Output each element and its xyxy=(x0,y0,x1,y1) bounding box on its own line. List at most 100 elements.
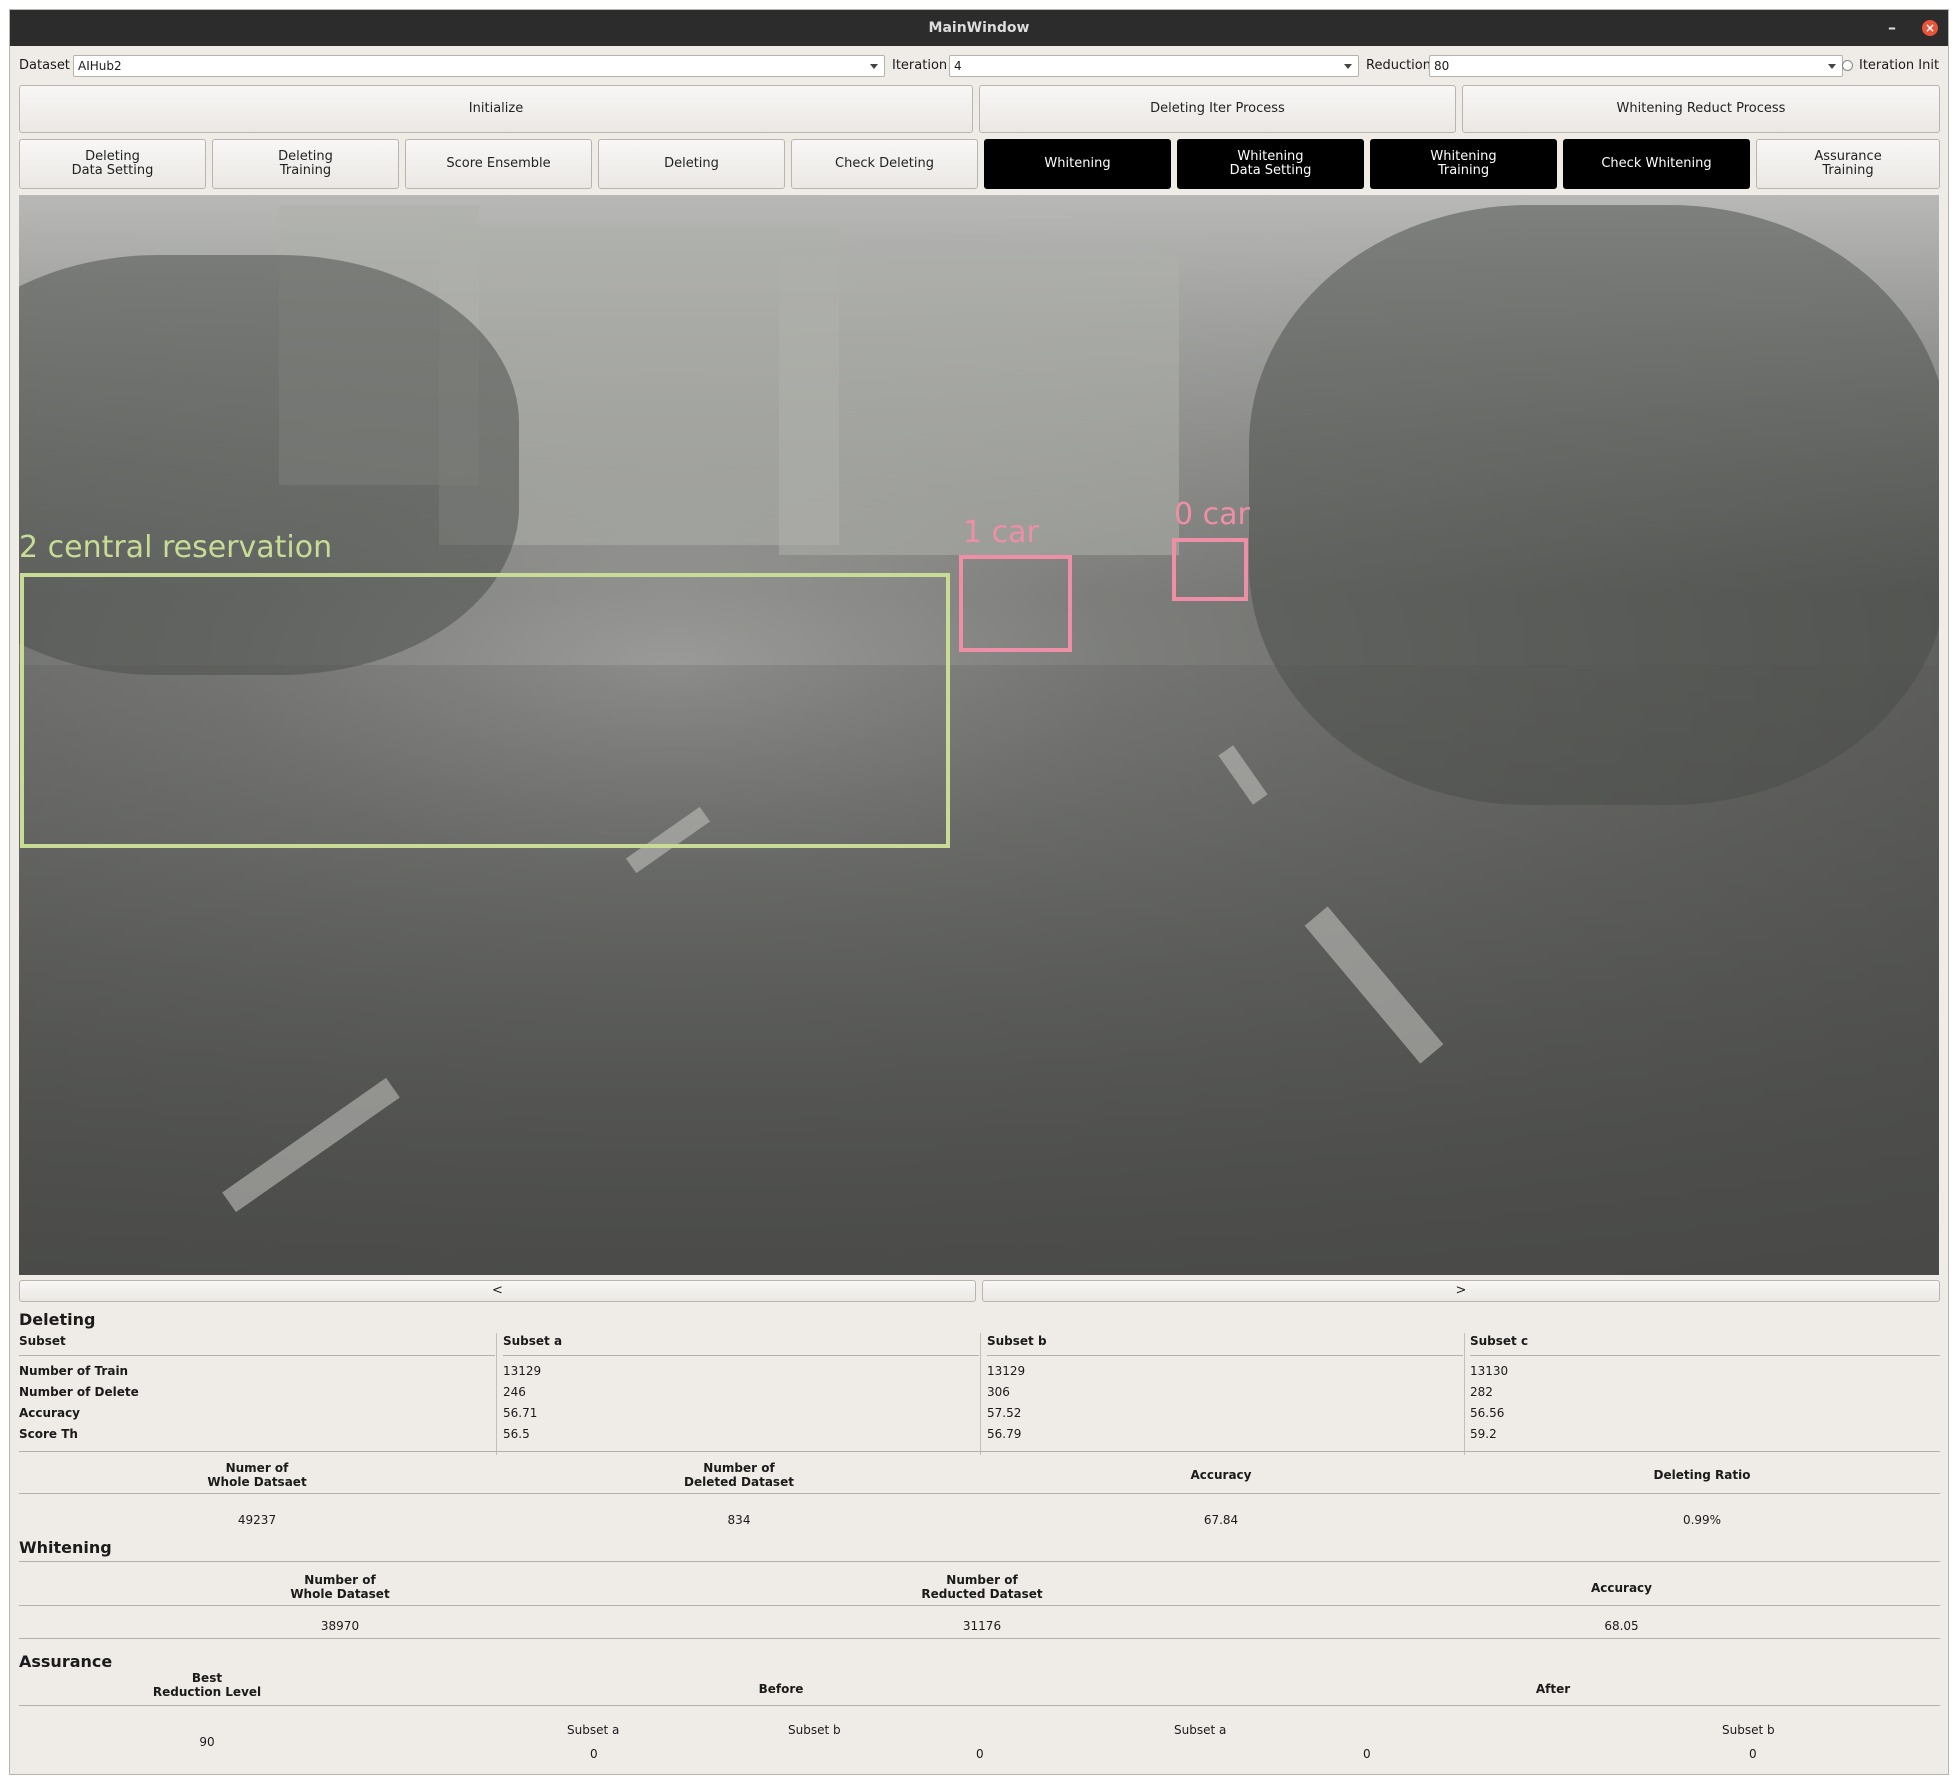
subset-b-train: 13129 xyxy=(987,1364,1026,1378)
before-subset-b-value: 0 xyxy=(976,1747,984,1761)
subset-c-header: Subset c xyxy=(1470,1334,1529,1348)
row-label-accuracy: Accuracy xyxy=(19,1406,81,1420)
minimize-icon[interactable]: – xyxy=(1880,10,1904,46)
subset-a-accuracy: 56.71 xyxy=(503,1406,538,1420)
row-label-score-th: Score Th xyxy=(19,1427,78,1441)
previous-image-button[interactable]: < xyxy=(19,1280,976,1302)
chevron-down-icon xyxy=(1344,64,1352,69)
check-whitening-button[interactable]: Check Whitening xyxy=(1563,139,1750,189)
deleting-button[interactable]: Deleting xyxy=(598,139,785,189)
divider xyxy=(19,1355,495,1356)
deleting-training-button[interactable]: Deleting Training xyxy=(212,139,399,189)
detection-box-car xyxy=(1172,538,1248,601)
chevron-down-icon xyxy=(870,64,878,69)
dataset-label: Dataset xyxy=(19,58,70,73)
iteration-init-radio[interactable] xyxy=(1842,60,1853,71)
check-deleting-button[interactable]: Check Deleting xyxy=(791,139,978,189)
image-viewer: 2 central reservation 1 car 0 car xyxy=(19,195,1939,1275)
subset-a-train: 13129 xyxy=(503,1364,542,1378)
divider xyxy=(19,1561,1940,1562)
subset-c-delete: 282 xyxy=(1470,1385,1493,1399)
divider xyxy=(987,1355,1463,1356)
iteration-value: 4 xyxy=(954,59,962,73)
close-icon[interactable]: × xyxy=(1922,20,1938,36)
detection-box-central-reservation xyxy=(20,573,950,848)
subset-a-delete: 246 xyxy=(503,1385,526,1399)
row-label-number-of-delete: Number of Delete xyxy=(19,1385,139,1399)
whole-dataset-header: Numer of Whole Datsaet xyxy=(207,1461,307,1489)
reduction-label: Reduction xyxy=(1366,58,1431,73)
best-reduction-level-header: Best Reduction Level xyxy=(152,1671,262,1699)
whitening-reduct-process-button[interactable]: Whitening Reduct Process xyxy=(1462,85,1940,133)
next-image-button[interactable]: > xyxy=(982,1280,1940,1302)
assurance-training-button[interactable]: Assurance Training xyxy=(1756,139,1940,189)
subset-c-score-th: 59.2 xyxy=(1470,1427,1497,1441)
whitening-button[interactable]: Whitening xyxy=(984,139,1171,189)
subset-b-accuracy: 57.52 xyxy=(987,1406,1022,1420)
building xyxy=(779,255,1179,555)
divider xyxy=(503,1355,979,1356)
subset-c-train: 13130 xyxy=(1470,1364,1509,1378)
whitening-reducted-dataset-value: 31176 xyxy=(962,1619,1002,1633)
before-subset-a-label: Subset a xyxy=(567,1723,620,1737)
score-ensemble-button[interactable]: Score Ensemble xyxy=(405,139,592,189)
chevron-down-icon xyxy=(1828,64,1836,69)
after-subset-a-value: 0 xyxy=(1363,1747,1371,1761)
subset-b-score-th: 56.79 xyxy=(987,1427,1022,1441)
subset-b-header: Subset b xyxy=(987,1334,1047,1348)
detection-label-car: 0 car xyxy=(1174,497,1250,532)
settings-row: Dataset AIHub2 Iteration 4 Reduction 80 … xyxy=(10,54,1948,78)
divider xyxy=(19,1493,1940,1494)
reduction-value: 80 xyxy=(1434,59,1450,73)
title-bar: MainWindow – × xyxy=(10,10,1948,46)
reduction-select[interactable]: 80 xyxy=(1429,55,1843,77)
window-title: MainWindow xyxy=(928,20,1030,36)
after-header: After xyxy=(1535,1682,1571,1696)
subset-c-accuracy: 56.56 xyxy=(1470,1406,1505,1420)
subset-b-delete: 306 xyxy=(987,1385,1010,1399)
divider xyxy=(1470,1355,1940,1356)
best-reduction-level-value: 90 xyxy=(199,1735,215,1749)
deleted-dataset-header: Number of Deleted Dataset xyxy=(684,1461,794,1489)
whitening-reducted-dataset-header: Number of Reducted Dataset xyxy=(921,1573,1043,1601)
assurance-section-title: Assurance xyxy=(19,1652,113,1671)
dataset-value: AIHub2 xyxy=(78,59,122,73)
initialize-button[interactable]: Initialize xyxy=(19,85,973,133)
whole-dataset-value: 49237 xyxy=(237,1513,277,1527)
whitening-accuracy-value: 68.05 xyxy=(1604,1619,1639,1633)
before-subset-b-label: Subset b xyxy=(788,1723,841,1737)
divider xyxy=(19,1705,1940,1706)
detection-box-car xyxy=(959,555,1072,652)
divider xyxy=(1464,1333,1465,1455)
whitening-training-button[interactable]: Whitening Training xyxy=(1370,139,1557,189)
deleting-ratio-value: 0.99% xyxy=(1682,1513,1722,1527)
divider xyxy=(496,1333,497,1455)
detection-label-central-reservation: 2 central reservation xyxy=(19,530,333,565)
iteration-init-label[interactable]: Iteration Init xyxy=(1859,58,1939,73)
dataset-select[interactable]: AIHub2 xyxy=(73,55,885,77)
whitening-data-setting-button[interactable]: Whitening Data Setting xyxy=(1177,139,1364,189)
subset-header: Subset xyxy=(19,1334,66,1348)
whitening-accuracy-header: Accuracy xyxy=(1590,1581,1652,1595)
before-subset-a-value: 0 xyxy=(590,1747,598,1761)
subset-a-header: Subset a xyxy=(503,1334,563,1348)
accuracy-value: 67.84 xyxy=(1203,1513,1239,1527)
deleting-ratio-header: Deleting Ratio xyxy=(1653,1468,1751,1482)
accuracy-header: Accuracy xyxy=(1190,1468,1252,1482)
main-window: MainWindow – × Dataset AIHub2 Iteration … xyxy=(9,9,1949,1775)
detection-label-car: 1 car xyxy=(963,515,1039,550)
deleting-data-setting-button[interactable]: Deleting Data Setting xyxy=(19,139,206,189)
divider xyxy=(19,1605,1940,1606)
deleted-dataset-value: 834 xyxy=(727,1513,751,1527)
after-subset-a-label: Subset a xyxy=(1174,1723,1227,1737)
before-header: Before xyxy=(758,1682,804,1696)
iteration-label: Iteration xyxy=(892,58,948,73)
row-label-number-of-train: Number of Train xyxy=(19,1364,129,1378)
subset-a-score-th: 56.5 xyxy=(503,1427,530,1441)
divider xyxy=(19,1451,1940,1452)
iteration-select[interactable]: 4 xyxy=(949,55,1359,77)
deleting-section-title: Deleting xyxy=(19,1310,96,1329)
after-subset-b-label: Subset b xyxy=(1722,1723,1775,1737)
deleting-iter-process-button[interactable]: Deleting Iter Process xyxy=(979,85,1456,133)
whitening-whole-dataset-header: Number of Whole Dataset xyxy=(290,1573,390,1601)
